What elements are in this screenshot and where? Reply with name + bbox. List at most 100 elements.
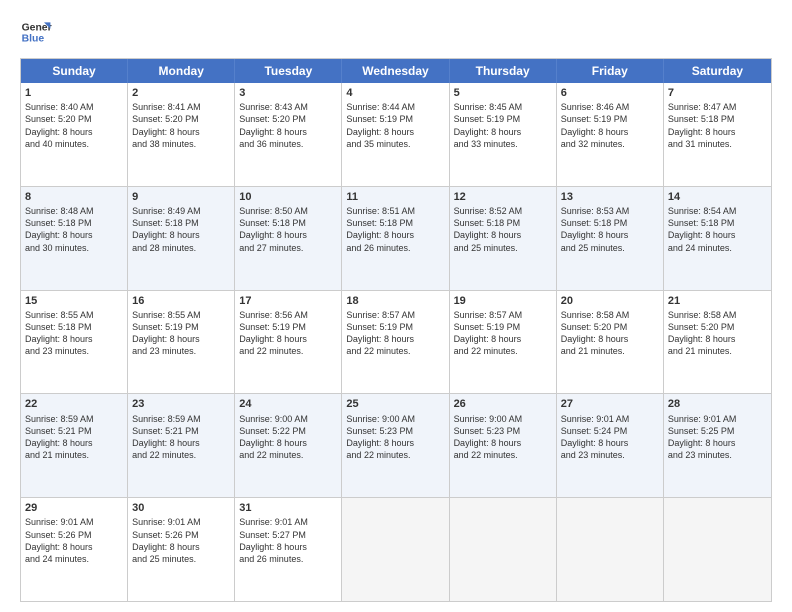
- day-number: 8: [25, 190, 123, 204]
- cell-info: Sunrise: 9:00 AMSunset: 5:23 PMDaylight:…: [346, 413, 444, 462]
- cell-info: Sunrise: 8:55 AMSunset: 5:18 PMDaylight:…: [25, 309, 123, 358]
- cell-info: Sunrise: 9:01 AMSunset: 5:26 PMDaylight:…: [25, 516, 123, 565]
- calendar-cell: [664, 498, 771, 601]
- calendar-row-4: 22Sunrise: 8:59 AMSunset: 5:21 PMDayligh…: [21, 393, 771, 497]
- calendar-cell: [450, 498, 557, 601]
- cell-info: Sunrise: 8:53 AMSunset: 5:18 PMDaylight:…: [561, 205, 659, 254]
- day-number: 30: [132, 501, 230, 515]
- day-number: 28: [668, 397, 767, 411]
- calendar-cell: 1Sunrise: 8:40 AMSunset: 5:20 PMDaylight…: [21, 83, 128, 186]
- cell-info: Sunrise: 8:48 AMSunset: 5:18 PMDaylight:…: [25, 205, 123, 254]
- calendar-cell: 2Sunrise: 8:41 AMSunset: 5:20 PMDaylight…: [128, 83, 235, 186]
- calendar-cell: 15Sunrise: 8:55 AMSunset: 5:18 PMDayligh…: [21, 291, 128, 394]
- cell-info: Sunrise: 8:46 AMSunset: 5:19 PMDaylight:…: [561, 101, 659, 150]
- cell-info: Sunrise: 8:56 AMSunset: 5:19 PMDaylight:…: [239, 309, 337, 358]
- calendar-cell: 9Sunrise: 8:49 AMSunset: 5:18 PMDaylight…: [128, 187, 235, 290]
- cell-info: Sunrise: 8:58 AMSunset: 5:20 PMDaylight:…: [668, 309, 767, 358]
- day-number: 21: [668, 294, 767, 308]
- calendar-cell: 27 Sunrise: 9:01 AMSunset: 5:24 PMDayligh…: [557, 394, 664, 497]
- day-number: 27: [561, 397, 659, 411]
- cell-info: Sunrise: 8:54 AMSunset: 5:18 PMDaylight:…: [668, 205, 767, 254]
- weekday-header-friday: Friday: [557, 59, 664, 83]
- cell-info: Sunrise: 8:58 AMSunset: 5:20 PMDaylight:…: [561, 309, 659, 358]
- cell-info: Sunrise: 9:00 AMSunset: 5:23 PMDaylight:…: [454, 413, 552, 462]
- day-number: 17: [239, 294, 337, 308]
- cell-info: Sunrise: 9:01 AMSunset: 5:25 PMDaylight:…: [668, 413, 767, 462]
- calendar-body: 1Sunrise: 8:40 AMSunset: 5:20 PMDaylight…: [21, 83, 771, 601]
- page: General Blue SundayMondayTuesdayWednesda…: [0, 0, 792, 612]
- day-number: 23: [132, 397, 230, 411]
- calendar-cell: 8Sunrise: 8:48 AMSunset: 5:18 PMDaylight…: [21, 187, 128, 290]
- calendar-row-2: 8Sunrise: 8:48 AMSunset: 5:18 PMDaylight…: [21, 186, 771, 290]
- calendar-cell: 3Sunrise: 8:43 AMSunset: 5:20 PMDaylight…: [235, 83, 342, 186]
- cell-info: Sunrise: 8:50 AMSunset: 5:18 PMDaylight:…: [239, 205, 337, 254]
- calendar-cell: 17Sunrise: 8:56 AMSunset: 5:19 PMDayligh…: [235, 291, 342, 394]
- calendar-cell: 6Sunrise: 8:46 AMSunset: 5:19 PMDaylight…: [557, 83, 664, 186]
- day-number: 14: [668, 190, 767, 204]
- calendar-cell: 10Sunrise: 8:50 AMSunset: 5:18 PMDayligh…: [235, 187, 342, 290]
- cell-info: Sunrise: 8:59 AMSunset: 5:21 PMDaylight:…: [132, 413, 230, 462]
- calendar-cell: [342, 498, 449, 601]
- cell-info: Sunrise: 8:57 AMSunset: 5:19 PMDaylight:…: [346, 309, 444, 358]
- day-number: 31: [239, 501, 337, 515]
- calendar-cell: 4Sunrise: 8:44 AMSunset: 5:19 PMDaylight…: [342, 83, 449, 186]
- weekday-header-thursday: Thursday: [450, 59, 557, 83]
- calendar-cell: 28 Sunrise: 9:01 AMSunset: 5:25 PMDayligh…: [664, 394, 771, 497]
- weekday-header-monday: Monday: [128, 59, 235, 83]
- day-number: 15: [25, 294, 123, 308]
- day-number: 12: [454, 190, 552, 204]
- day-number: 18: [346, 294, 444, 308]
- calendar-cell: 31Sunrise: 9:01 AMSunset: 5:27 PMDayligh…: [235, 498, 342, 601]
- day-number: 10: [239, 190, 337, 204]
- calendar-cell: 22Sunrise: 8:59 AMSunset: 5:21 PMDayligh…: [21, 394, 128, 497]
- logo: General Blue: [20, 16, 52, 48]
- weekday-header-sunday: Sunday: [21, 59, 128, 83]
- cell-info: Sunrise: 9:01 AMSunset: 5:26 PMDaylight:…: [132, 516, 230, 565]
- calendar-row-5: 29Sunrise: 9:01 AMSunset: 5:26 PMDayligh…: [21, 497, 771, 601]
- calendar-row-3: 15Sunrise: 8:55 AMSunset: 5:18 PMDayligh…: [21, 290, 771, 394]
- cell-info: Sunrise: 8:57 AMSunset: 5:19 PMDaylight:…: [454, 309, 552, 358]
- calendar-header: SundayMondayTuesdayWednesdayThursdayFrid…: [21, 59, 771, 83]
- calendar: SundayMondayTuesdayWednesdayThursdayFrid…: [20, 58, 772, 602]
- calendar-cell: 7Sunrise: 8:47 AMSunset: 5:18 PMDaylight…: [664, 83, 771, 186]
- cell-info: Sunrise: 8:44 AMSunset: 5:19 PMDaylight:…: [346, 101, 444, 150]
- svg-text:Blue: Blue: [22, 34, 45, 45]
- day-number: 25: [346, 397, 444, 411]
- calendar-cell: 11Sunrise: 8:51 AMSunset: 5:18 PMDayligh…: [342, 187, 449, 290]
- day-number: 1: [25, 86, 123, 100]
- day-number: 2: [132, 86, 230, 100]
- cell-info: Sunrise: 9:01 AMSunset: 5:24 PMDaylight:…: [561, 413, 659, 462]
- day-number: 24: [239, 397, 337, 411]
- calendar-cell: 30Sunrise: 9:01 AMSunset: 5:26 PMDayligh…: [128, 498, 235, 601]
- day-number: 6: [561, 86, 659, 100]
- cell-info: Sunrise: 8:45 AMSunset: 5:19 PMDaylight:…: [454, 101, 552, 150]
- cell-info: Sunrise: 9:01 AMSunset: 5:27 PMDaylight:…: [239, 516, 337, 565]
- cell-info: Sunrise: 8:51 AMSunset: 5:18 PMDaylight:…: [346, 205, 444, 254]
- logo-icon: General Blue: [20, 16, 52, 48]
- weekday-header-wednesday: Wednesday: [342, 59, 449, 83]
- day-number: 13: [561, 190, 659, 204]
- calendar-cell: 16Sunrise: 8:55 AMSunset: 5:19 PMDayligh…: [128, 291, 235, 394]
- calendar-cell: 26Sunrise: 9:00 AMSunset: 5:23 PMDayligh…: [450, 394, 557, 497]
- calendar-cell: 25 Sunrise: 9:00 AMSunset: 5:23 PMDayligh…: [342, 394, 449, 497]
- day-number: 5: [454, 86, 552, 100]
- calendar-cell: 24 Sunrise: 9:00 AMSunset: 5:22 PMDayligh…: [235, 394, 342, 497]
- calendar-cell: 19Sunrise: 8:57 AMSunset: 5:19 PMDayligh…: [450, 291, 557, 394]
- cell-info: Sunrise: 8:43 AMSunset: 5:20 PMDaylight:…: [239, 101, 337, 150]
- calendar-cell: 21Sunrise: 8:58 AMSunset: 5:20 PMDayligh…: [664, 291, 771, 394]
- day-number: 16: [132, 294, 230, 308]
- calendar-cell: 29Sunrise: 9:01 AMSunset: 5:26 PMDayligh…: [21, 498, 128, 601]
- day-number: 20: [561, 294, 659, 308]
- calendar-cell: 23 Sunrise: 8:59 AMSunset: 5:21 PMDayligh…: [128, 394, 235, 497]
- day-number: 9: [132, 190, 230, 204]
- weekday-header-tuesday: Tuesday: [235, 59, 342, 83]
- calendar-cell: 12Sunrise: 8:52 AMSunset: 5:18 PMDayligh…: [450, 187, 557, 290]
- cell-info: Sunrise: 8:49 AMSunset: 5:18 PMDaylight:…: [132, 205, 230, 254]
- day-number: 29: [25, 501, 123, 515]
- cell-info: Sunrise: 9:00 AMSunset: 5:22 PMDaylight:…: [239, 413, 337, 462]
- calendar-cell: [557, 498, 664, 601]
- calendar-row-1: 1Sunrise: 8:40 AMSunset: 5:20 PMDaylight…: [21, 83, 771, 186]
- calendar-cell: 13Sunrise: 8:53 AMSunset: 5:18 PMDayligh…: [557, 187, 664, 290]
- day-number: 19: [454, 294, 552, 308]
- day-number: 4: [346, 86, 444, 100]
